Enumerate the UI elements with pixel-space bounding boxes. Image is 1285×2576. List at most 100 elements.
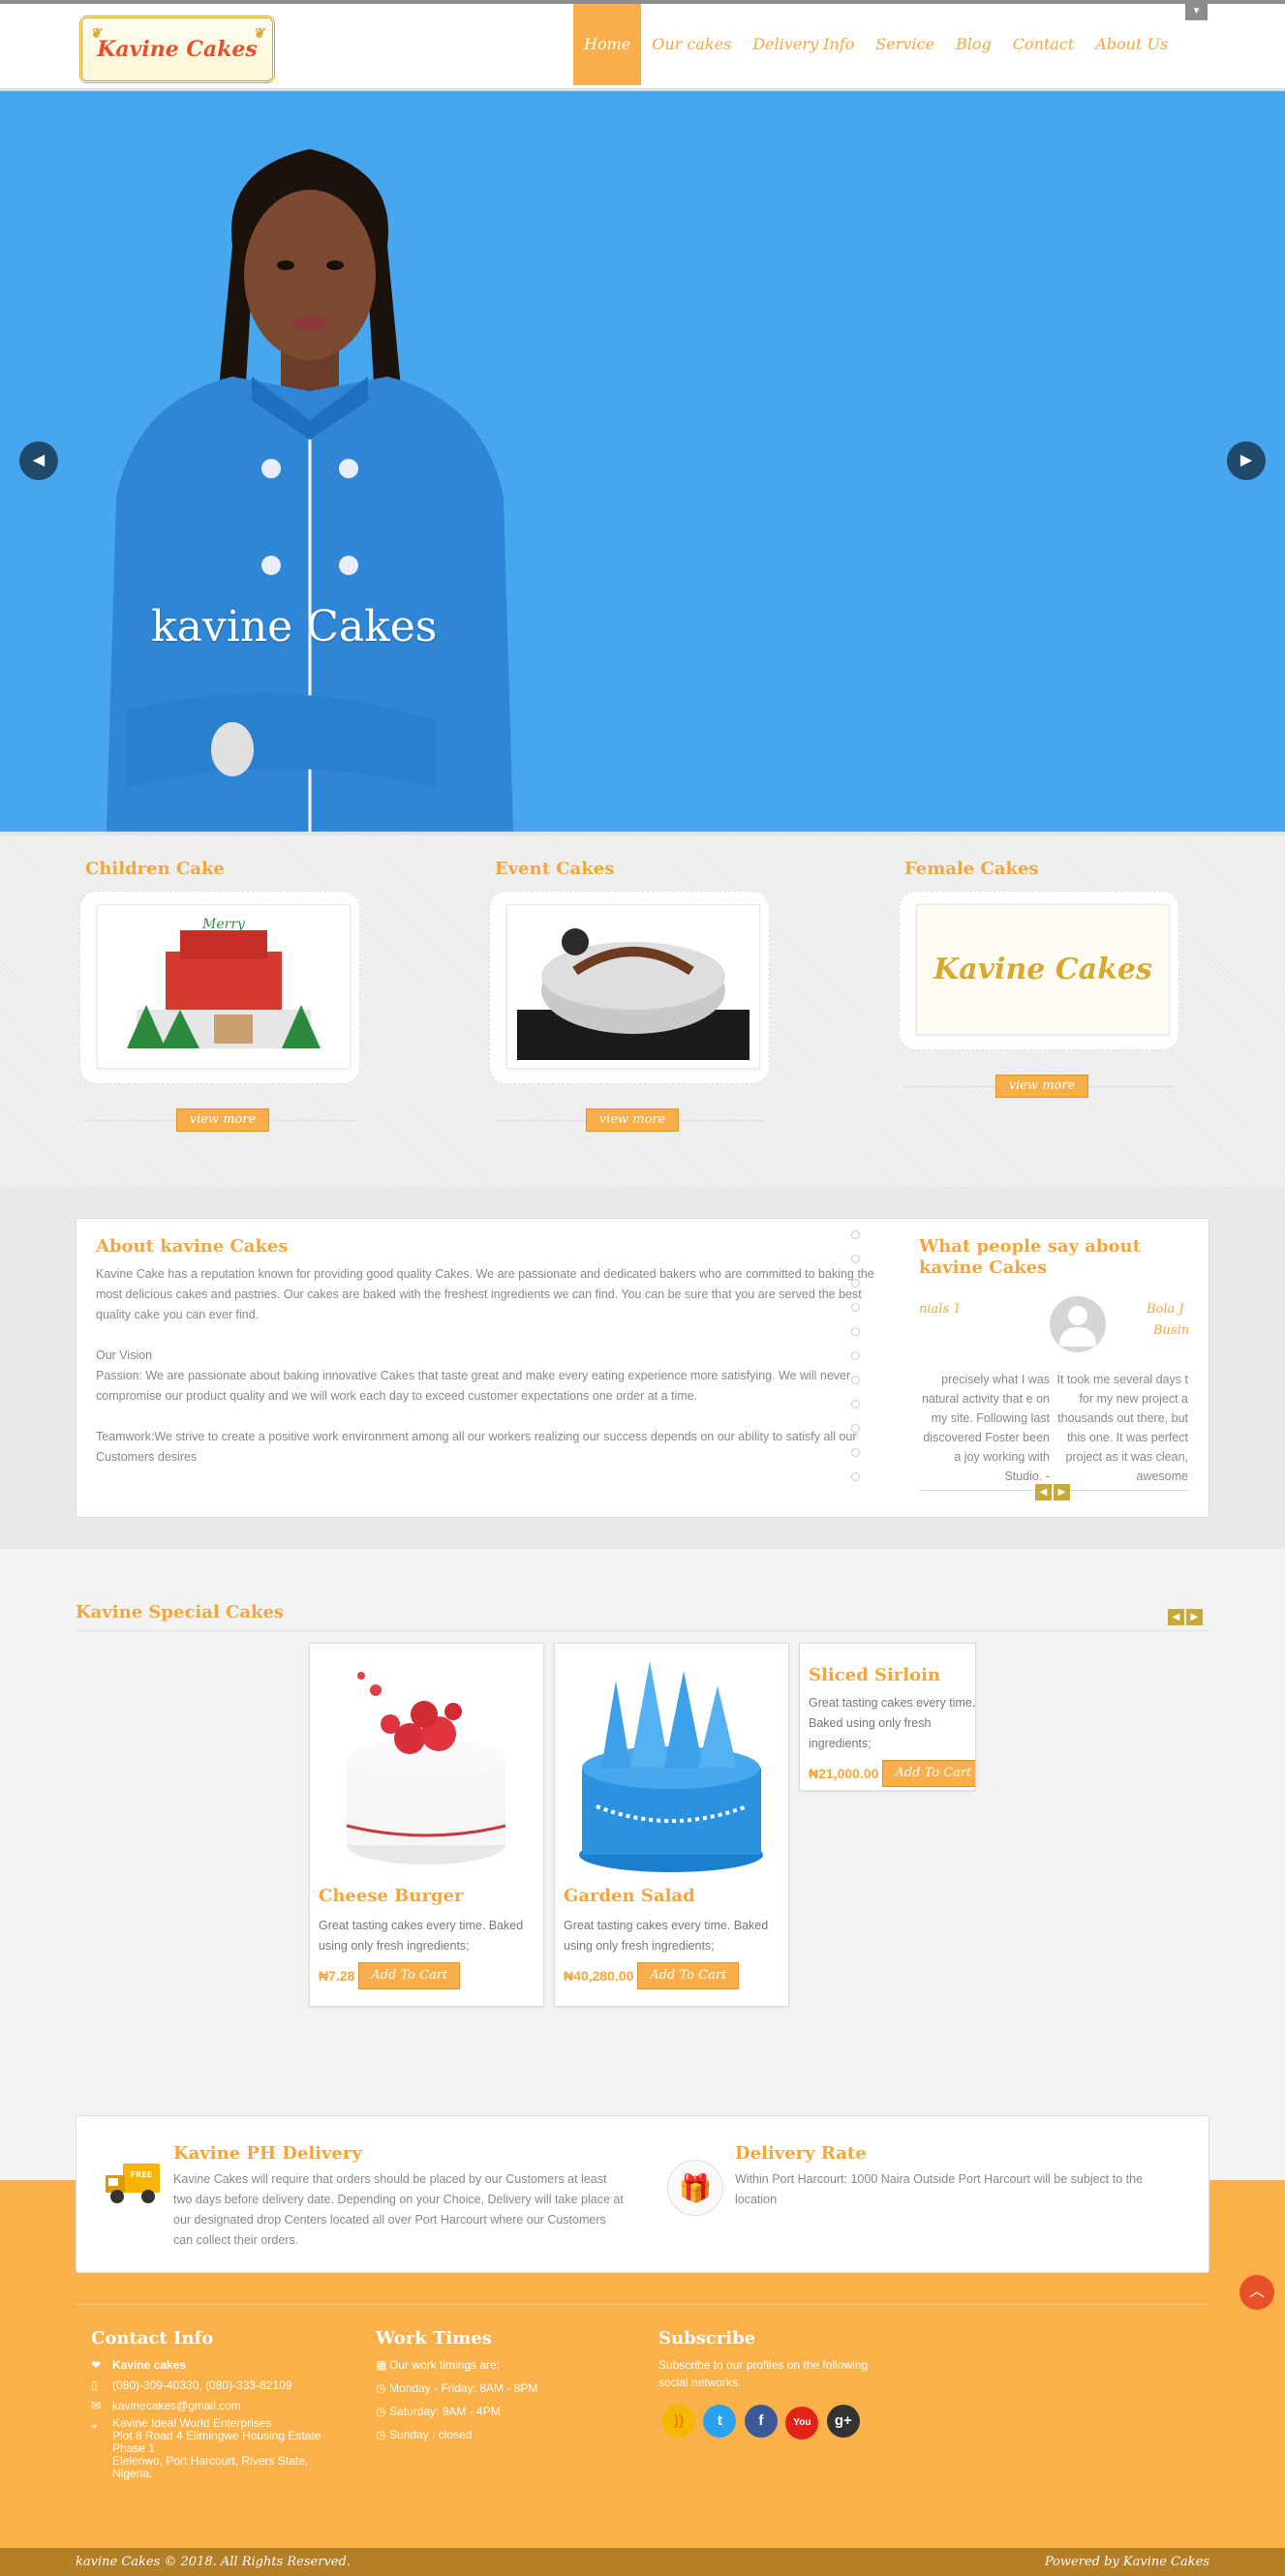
product-price: ₦40,280.00	[564, 1968, 634, 1984]
ph-delivery-text: Kavine Cakes will require that orders sh…	[173, 2172, 624, 2247]
add-to-cart-button[interactable]: Add To Cart	[637, 1962, 740, 1989]
site-header: ❦ Kavine Cakes ❦ Home Our cakes Delivery…	[0, 4, 1285, 91]
about-title: About kavine Cakes	[96, 1236, 289, 1257]
add-to-cart-button[interactable]: Add To Cart	[882, 1760, 975, 1787]
category-title: Children Cake	[85, 859, 225, 879]
kavine-logo-image: Kavine Cakes	[916, 904, 1170, 1035]
nav-home[interactable]: Home	[573, 4, 642, 85]
prev-chevron-left-icon[interactable]: ◀	[1035, 1484, 1052, 1500]
add-to-cart-button[interactable]: Add To Cart	[358, 1962, 461, 1989]
divider	[76, 2304, 1209, 2305]
view-more-button[interactable]: view more	[586, 1108, 679, 1132]
category-image-frame[interactable]: Kavine Cakes	[899, 891, 1179, 1050]
decorative-dots	[851, 1230, 861, 1497]
contact-email[interactable]: kavinecakes@gmail.com	[112, 2397, 241, 2414]
about-section: About kavine Cakes Kavine Cake has a rep…	[0, 1186, 1285, 1549]
nav-contact[interactable]: Contact	[1002, 4, 1086, 85]
special-cakes-section: Kavine Special Cakes ◀ ▶ Cheese Burger Gr…	[0, 1549, 1285, 2180]
carousel-controls: ◀ ▶	[1168, 1607, 1205, 1625]
facebook-icon[interactable]: f	[744, 2405, 778, 2438]
contact-title: Contact Info	[91, 2328, 214, 2349]
product-price: ₦7.28	[319, 1968, 355, 1984]
twitter-icon[interactable]: t	[703, 2405, 737, 2438]
category-card: Event Cakes view more	[489, 859, 770, 1132]
about-box: About kavine Cakes Kavine Cake has a rep…	[76, 1218, 1209, 1518]
mail-icon: ✉	[91, 2399, 102, 2412]
testimonials-title: What people say about kavine Cakes	[919, 1236, 1141, 1278]
product-card[interactable]: Sliced Sirloin Great tasting cakes every…	[799, 1643, 976, 1791]
category-card: Children Cake Merry view more	[79, 859, 360, 1132]
site-logo[interactable]: ❦ Kavine Cakes ❦	[79, 15, 275, 83]
testimonials-widget: What people say about kavine Cakes nials…	[919, 1236, 1190, 1507]
slider-next-arrow-right-icon[interactable]: ▶	[1227, 441, 1266, 480]
nav-about-us[interactable]: About Us	[1085, 4, 1178, 85]
subscribe-title: Subscribe	[658, 2328, 756, 2349]
work-saturday: Saturday: 9AM - 4PM	[389, 2405, 501, 2418]
testimonial-text-left: precisely what I was natural activity th…	[921, 1373, 1050, 1483]
category-title: Event Cakes	[495, 859, 615, 879]
next-chevron-right-icon[interactable]: ▶	[1054, 1484, 1070, 1500]
nav-blog[interactable]: Blog	[945, 4, 1002, 85]
product-desc: Great tasting cakes every time. Baked us…	[319, 1919, 524, 1953]
subscribe-text: Subscribe to our profiles on the followi…	[658, 2358, 869, 2389]
collapse-toggle-chevron-down-icon[interactable]: ▾	[1185, 2, 1208, 20]
product-desc: Great tasting cakes every time. Baked us…	[809, 1696, 976, 1750]
nav-delivery-info[interactable]: Delivery Info	[742, 4, 865, 85]
logo-swirl-icon: ❦	[253, 26, 264, 42]
bottom-bar: kavine Cakes © 2018. All Rights Reserved…	[0, 2548, 1285, 2576]
scroll-top-chevron-up-icon[interactable]: ︿	[1239, 2275, 1274, 2310]
prev-chevron-left-icon[interactable]: ◀	[1168, 1609, 1184, 1625]
clock-icon: ◷	[376, 2405, 386, 2418]
phone-icon: ▯	[91, 2379, 98, 2392]
special-title: Kavine Special Cakes	[76, 1602, 285, 1622]
google-plus-icon[interactable]: g+	[826, 2405, 860, 2438]
contact-phone: (080)-309-40330, (080)-333-82109	[112, 2379, 292, 2392]
category-image-frame[interactable]	[489, 891, 770, 1084]
product-card[interactable]: Garden Salad Great tasting cakes every t…	[554, 1643, 789, 2007]
hero-caption: kavine Cakes	[151, 602, 438, 652]
subscribe: Subscribe Subscribe to our profiles on t…	[658, 2328, 910, 2440]
truck-label: FREE	[131, 2170, 153, 2179]
nav-service[interactable]: Service	[865, 4, 945, 85]
rss-icon[interactable]: ))	[662, 2405, 695, 2438]
about-intro: Kavine Cake has a reputation known for p…	[96, 1267, 874, 1321]
main-nav: Home Our cakes Delivery Info Service Blo…	[573, 4, 1178, 85]
rose-cake-image	[318, 1652, 535, 1879]
category-card: Female Cakes Kavine Cakes view more	[899, 859, 1179, 1098]
view-more-button[interactable]: view more	[995, 1075, 1088, 1098]
product-card[interactable]: Cheese Burger Great tasting cakes every …	[309, 1643, 544, 2007]
avatar	[1050, 1296, 1106, 1352]
svg-text:Merry: Merry	[201, 917, 246, 932]
ph-delivery-title: Kavine PH Delivery	[173, 2143, 362, 2164]
about-content: About kavine Cakes Kavine Cake has a rep…	[96, 1236, 880, 1468]
copyright: kavine Cakes © 2018. All Rights Reserved…	[76, 2555, 351, 2569]
divider	[76, 1630, 1209, 1631]
testimonial-controls: ◀ ▶	[1035, 1482, 1072, 1500]
calendar-icon: ▦	[376, 2358, 387, 2372]
teamwork-text: Teamwork:We strive to create a positive …	[96, 1430, 857, 1464]
hero-chef-image	[107, 149, 513, 832]
category-title: Female Cakes	[904, 859, 1039, 879]
work-title: Work Times	[376, 2328, 492, 2349]
delivery-rate-title: Delivery Rate	[735, 2143, 867, 2164]
vision-heading: Our Vision	[96, 1349, 153, 1362]
contact-name: Kavine cakes	[112, 2358, 187, 2372]
location-icon: ⌖	[91, 2419, 98, 2433]
logo-swirl-icon: ❦	[90, 26, 102, 42]
slider-prev-arrow-left-icon[interactable]: ◀	[19, 441, 58, 480]
category-image-frame[interactable]: Merry	[79, 891, 360, 1084]
product-name: Sliced Sirloin	[809, 1665, 941, 1685]
nav-our-cakes[interactable]: Our cakes	[641, 4, 742, 85]
work-sunday: Sunday : closed	[389, 2428, 473, 2441]
clock-icon: ◷	[376, 2428, 386, 2441]
testimonial-role: Busin	[1153, 1323, 1190, 1338]
work-weekday: Monday - Friday: 8AM - 8PM	[389, 2381, 538, 2395]
youtube-icon[interactable]: You	[785, 2407, 819, 2440]
delivery-truck-icon: FREE	[106, 2164, 160, 2203]
view-more-button[interactable]: view more	[176, 1108, 269, 1132]
christmas-cake-image: Merry	[97, 904, 351, 1069]
product-name: Cheese Burger	[319, 1886, 464, 1906]
product-name: Garden Salad	[564, 1886, 695, 1906]
next-chevron-right-icon[interactable]: ▶	[1186, 1609, 1203, 1625]
logo-text: Kavine Cakes	[97, 37, 258, 62]
